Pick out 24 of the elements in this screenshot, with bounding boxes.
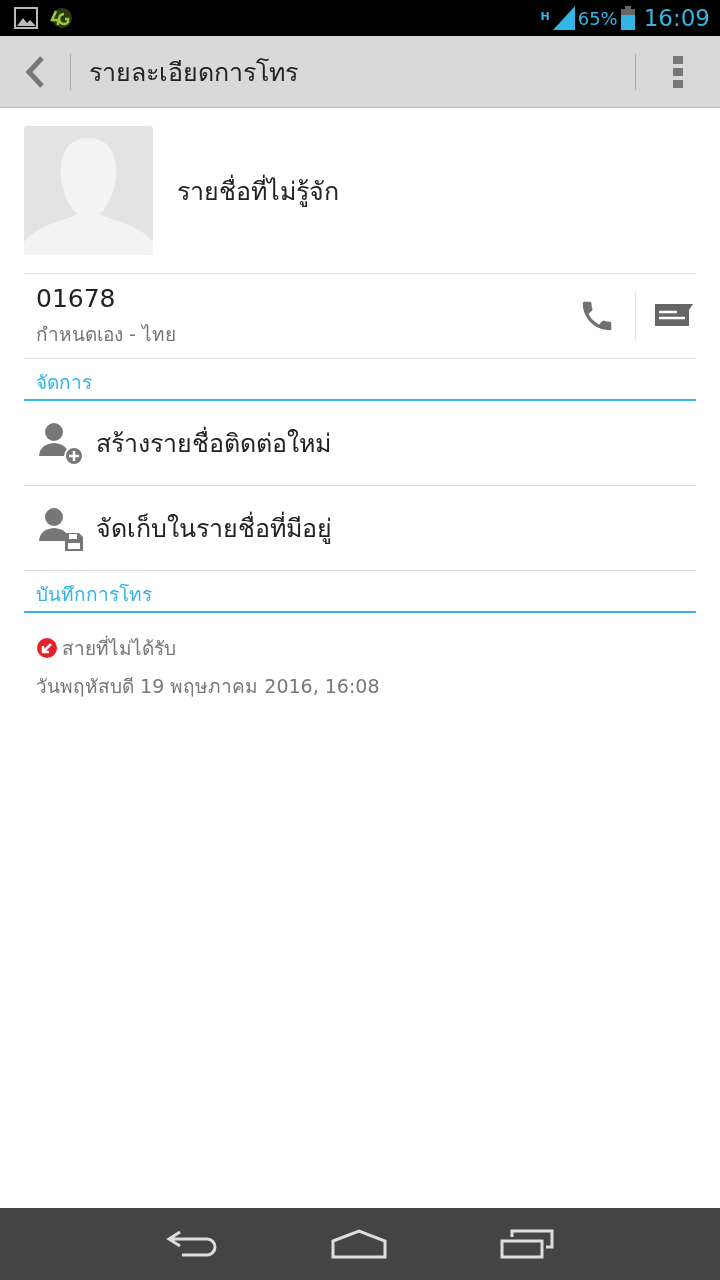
call-type: สายที่ไม่ได้รับ xyxy=(62,634,176,661)
back-arrow-icon xyxy=(166,1230,219,1258)
section-header: บันทึกการโทร xyxy=(24,571,696,613)
menu-icon xyxy=(673,55,683,88)
call-date: วันพฤหัสบดี 19 พฤษภาคม 2016, 16:08 xyxy=(36,674,381,699)
picture-notification-icon xyxy=(14,7,38,29)
back-icon xyxy=(25,55,45,88)
phone-number: 01678 xyxy=(36,283,117,313)
network-type: H xyxy=(540,10,550,23)
save-contact-icon xyxy=(38,505,84,551)
home-icon xyxy=(331,1229,387,1259)
missed-call-icon xyxy=(36,637,58,659)
action-item[interactable]: สร้างรายชื่อติดต่อใหม่ xyxy=(24,401,696,486)
contact-name: รายชื่อที่ไม่รู้จัก xyxy=(177,173,339,209)
number-label: กำหนดเอง - ไทย xyxy=(36,321,177,347)
battery-percent: 65% xyxy=(577,7,618,29)
signal-icon xyxy=(552,6,575,30)
clock: 16:09 xyxy=(643,5,710,31)
recent-apps-icon xyxy=(499,1229,554,1259)
add-contact-icon xyxy=(38,420,84,466)
battery-icon xyxy=(620,6,635,30)
section-header: จัดการ xyxy=(24,359,696,401)
screen-title: รายละเอียดการโทร xyxy=(89,56,299,89)
action-item[interactable]: จัดเก็บในรายชื่อที่มีอยู่ xyxy=(24,486,696,571)
